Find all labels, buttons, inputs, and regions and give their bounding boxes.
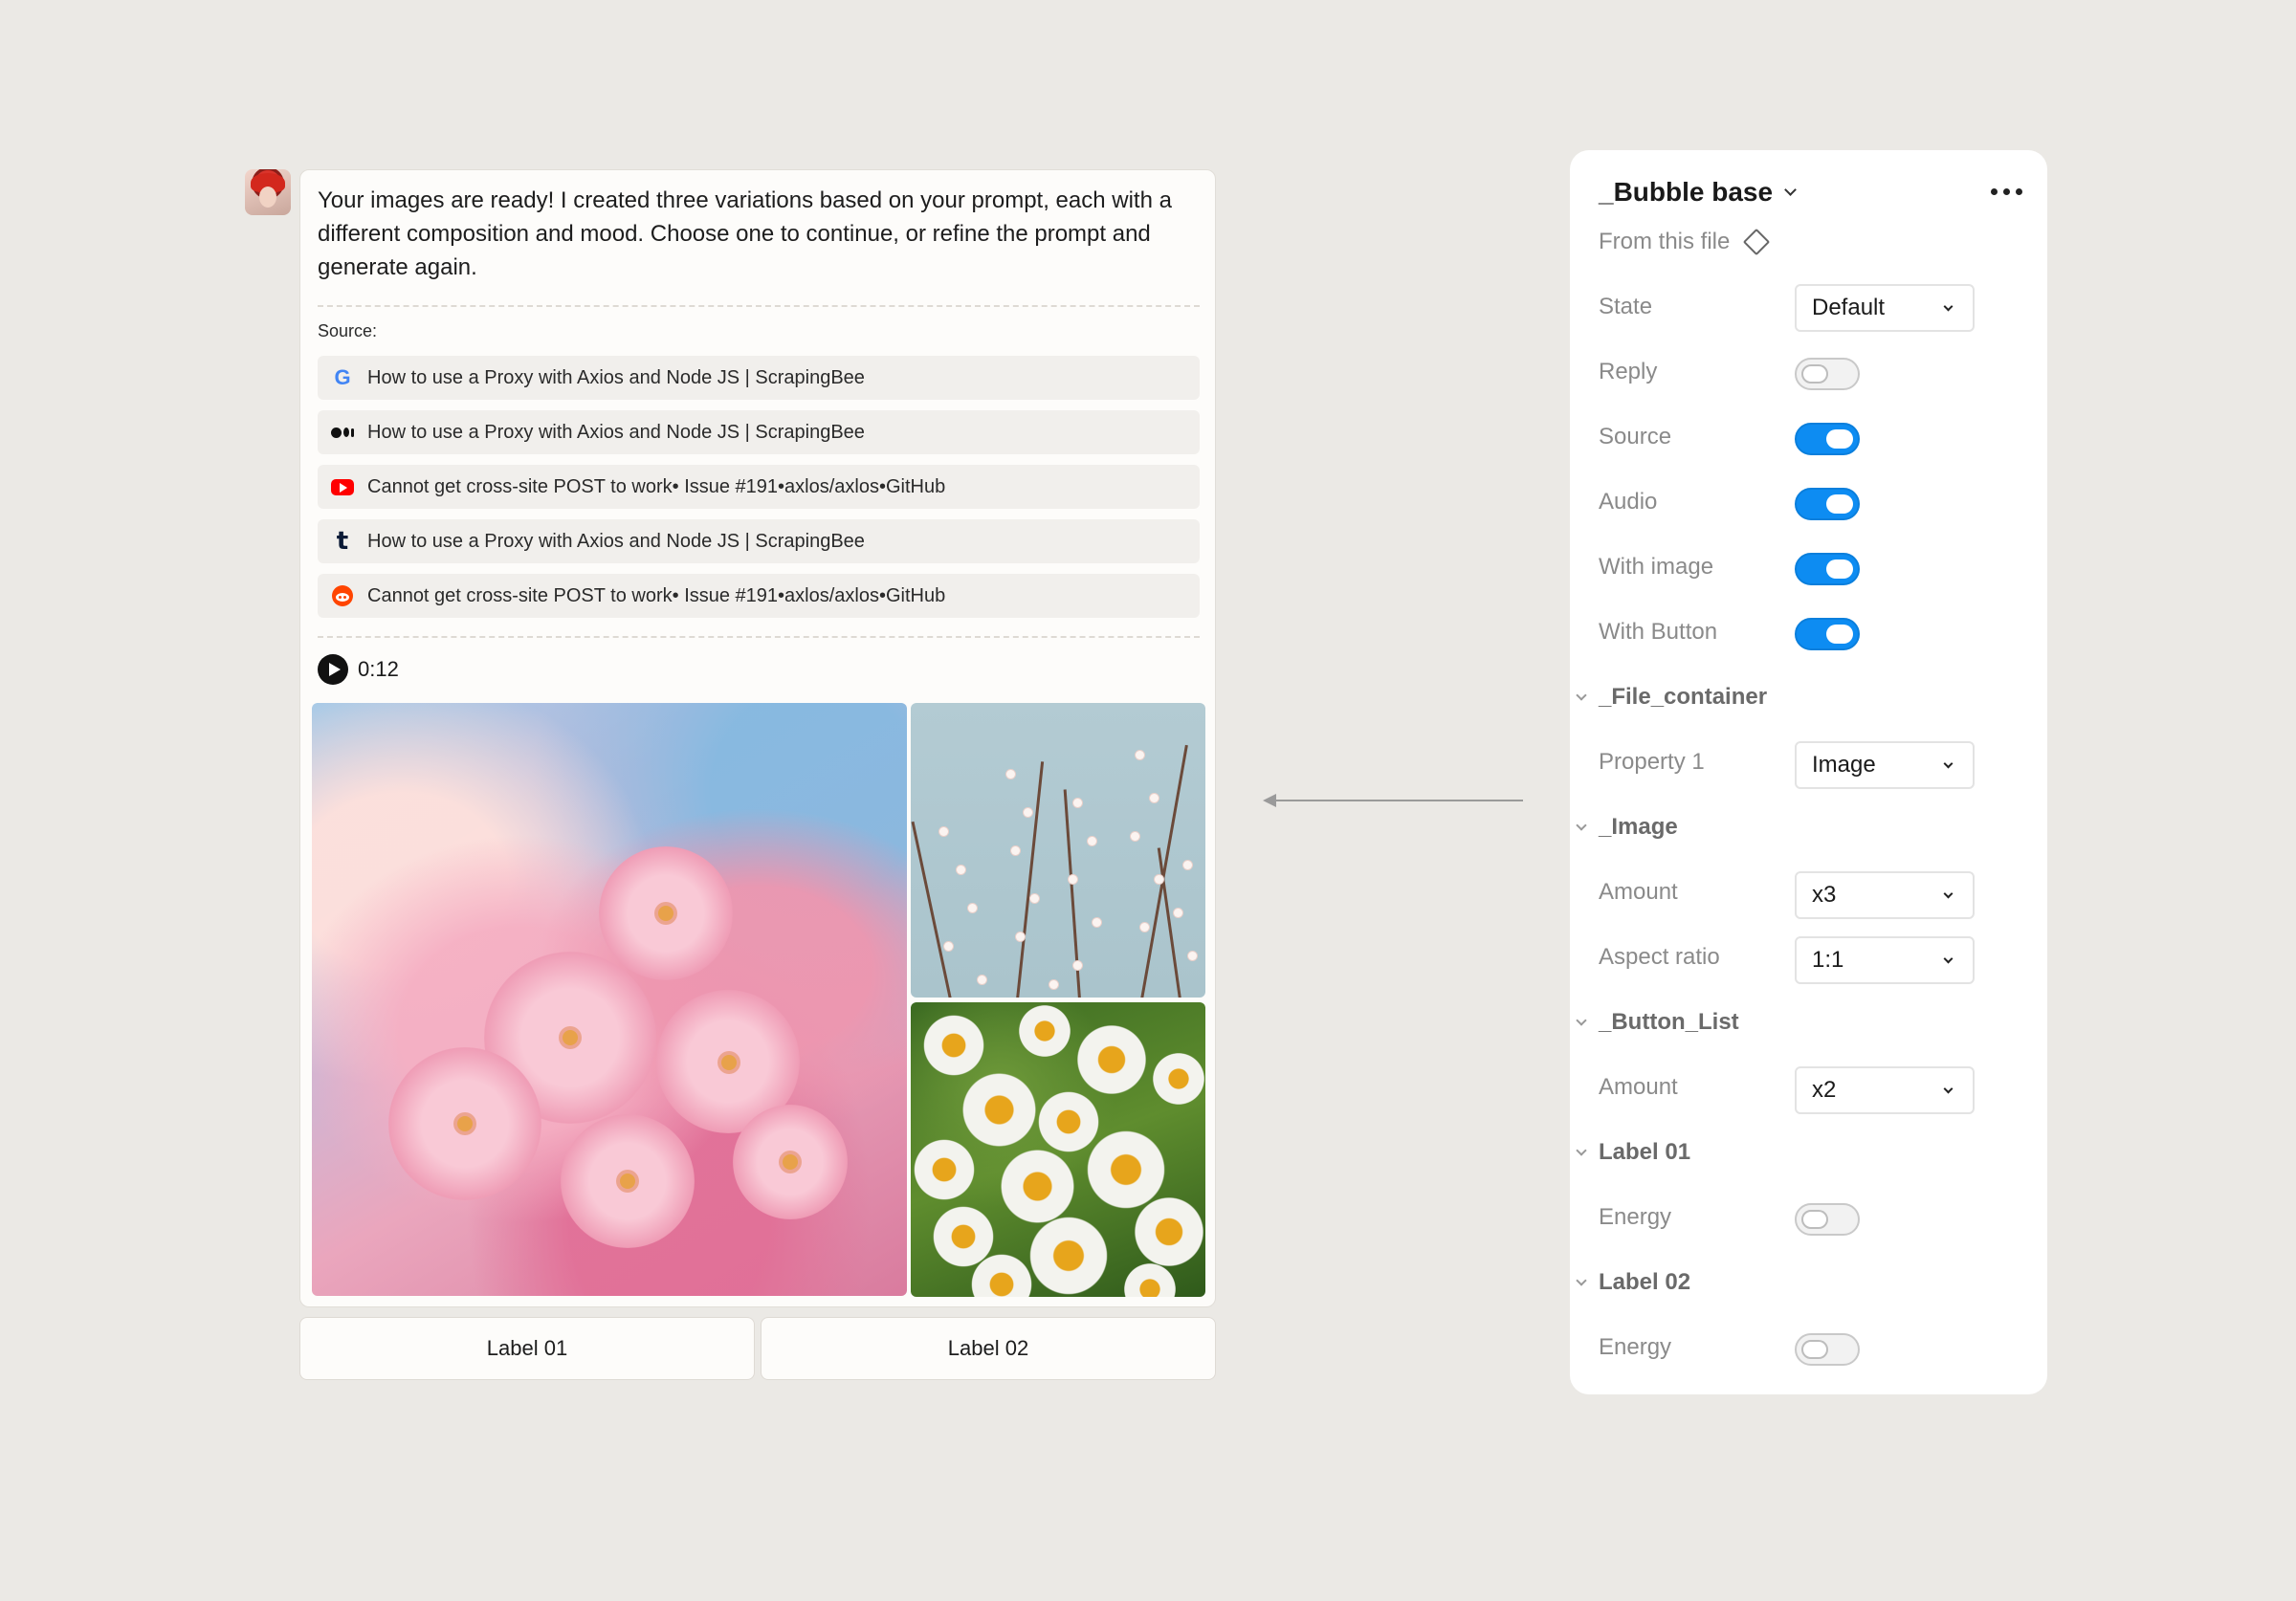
aspect-ratio-label: Aspect ratio <box>1599 944 1720 970</box>
avatar <box>245 169 291 215</box>
more-options-icon[interactable] <box>1991 188 2022 195</box>
chevron-down-icon <box>1576 690 1587 701</box>
section-image-label: _Image <box>1599 814 1678 840</box>
button-amount-select[interactable]: x2 <box>1795 1066 1975 1114</box>
chevron-down-icon <box>1943 758 1954 769</box>
chat-bubble: Your images are ready! I created three v… <box>299 169 1216 1307</box>
chevron-down-icon <box>1576 820 1587 831</box>
source-item-text: Cannot get cross-site POST to work• Issu… <box>367 584 946 606</box>
state-select[interactable]: Default <box>1795 284 1975 332</box>
source-title: Source: <box>318 321 378 340</box>
section-label-02-label: Label 02 <box>1599 1269 1691 1295</box>
label-02-button[interactable]: Label 02 <box>761 1317 1216 1380</box>
chevron-down-icon <box>1576 1275 1587 1286</box>
aspect-ratio-select[interactable]: 1:1 <box>1795 936 1975 984</box>
source-item[interactable]: t How to use a Proxy with Axios and Node… <box>318 519 1200 563</box>
source-item[interactable]: Cannot get cross-site POST to work• Issu… <box>318 574 1200 618</box>
section-file-container-label: _File_container <box>1599 684 1768 710</box>
chevron-down-icon <box>1943 954 1954 964</box>
divider <box>318 636 1200 638</box>
assistant-message: Your images are ready! I created three v… <box>318 187 1172 280</box>
generated-image-cherry-blossom[interactable] <box>312 703 907 1296</box>
reply-toggle[interactable] <box>1795 358 1860 390</box>
divider <box>318 305 1200 307</box>
generated-image-daisies[interactable] <box>911 1002 1205 1297</box>
chevron-down-icon <box>1943 1084 1954 1094</box>
arrow-line <box>1269 800 1523 801</box>
button-amount-value: x2 <box>1812 1077 1837 1103</box>
from-this-file[interactable]: From this file <box>1599 228 1771 256</box>
source-label: Source <box>1599 424 1672 450</box>
with-image-toggle[interactable] <box>1795 553 1860 585</box>
source-item[interactable]: Cannot get cross-site POST to work• Issu… <box>318 465 1200 509</box>
section-label-01-label: Label 01 <box>1599 1139 1691 1165</box>
property1-select[interactable]: Image <box>1795 741 1975 789</box>
image-amount-label: Amount <box>1599 879 1678 905</box>
avatar-face <box>259 186 276 208</box>
medium-icon <box>331 421 354 444</box>
source-item[interactable]: How to use a Proxy with Axios and Node J… <box>318 410 1200 454</box>
reddit-icon <box>331 584 354 607</box>
audio-duration: 0:12 <box>358 657 399 681</box>
reply-label: Reply <box>1599 359 1658 384</box>
play-icon[interactable] <box>318 654 348 685</box>
state-label: State <box>1599 294 1653 319</box>
chevron-down-icon <box>1576 1015 1587 1026</box>
component-title[interactable]: _Bubble base <box>1599 177 1797 208</box>
section-file-container[interactable]: _File_container <box>1576 684 1768 711</box>
button-amount-label: Amount <box>1599 1074 1678 1100</box>
chevron-down-icon <box>1576 1145 1587 1156</box>
source-item-text: How to use a Proxy with Axios and Node J… <box>367 366 865 388</box>
youtube-icon <box>331 475 354 498</box>
audio-label: Audio <box>1599 489 1658 515</box>
google-icon: G <box>334 365 351 389</box>
image-amount-value: x3 <box>1812 882 1837 908</box>
source-item-text: How to use a Proxy with Axios and Node J… <box>367 421 865 443</box>
from-this-file-label: From this file <box>1599 229 1731 254</box>
properties-panel: _Bubble base From this file State Defaul… <box>1570 150 2047 1394</box>
source-toggle[interactable] <box>1795 423 1860 455</box>
image-amount-select[interactable]: x3 <box>1795 871 1975 919</box>
with-button-toggle[interactable] <box>1795 618 1860 650</box>
source-item-text: How to use a Proxy with Axios and Node J… <box>367 530 865 552</box>
energy-2-label: Energy <box>1599 1334 1672 1360</box>
state-select-value: Default <box>1812 295 1886 320</box>
arrow-left-icon <box>1263 794 1276 807</box>
component-title-text: _Bubble base <box>1599 177 1774 207</box>
section-label-02[interactable]: Label 02 <box>1576 1269 1691 1296</box>
source-item-text: Cannot get cross-site POST to work• Issu… <box>367 475 946 497</box>
property1-label: Property 1 <box>1599 749 1705 775</box>
section-label-01[interactable]: Label 01 <box>1576 1139 1691 1166</box>
with-image-label: With image <box>1599 554 1714 580</box>
property1-select-value: Image <box>1812 752 1876 778</box>
generated-image-white-blossom[interactable] <box>911 703 1205 998</box>
aspect-ratio-value: 1:1 <box>1812 947 1844 973</box>
chevron-down-icon <box>1784 183 1797 196</box>
section-button-list[interactable]: _Button_List <box>1576 1009 1739 1036</box>
tumblr-icon: t <box>336 527 349 556</box>
audio-toggle[interactable] <box>1795 488 1860 520</box>
component-diamond-icon <box>1743 228 1771 256</box>
section-image[interactable]: _Image <box>1576 814 1678 841</box>
energy-1-toggle[interactable] <box>1795 1203 1860 1236</box>
energy-2-toggle[interactable] <box>1795 1333 1860 1366</box>
audio-player: 0:12 <box>318 654 399 685</box>
section-button-list-label: _Button_List <box>1599 1009 1739 1035</box>
chevron-down-icon <box>1943 301 1954 312</box>
chevron-down-icon <box>1943 888 1954 899</box>
label-01-button[interactable]: Label 01 <box>299 1317 755 1380</box>
with-button-label: With Button <box>1599 619 1718 645</box>
energy-1-label: Energy <box>1599 1204 1672 1230</box>
source-item[interactable]: G How to use a Proxy with Axios and Node… <box>318 356 1200 400</box>
